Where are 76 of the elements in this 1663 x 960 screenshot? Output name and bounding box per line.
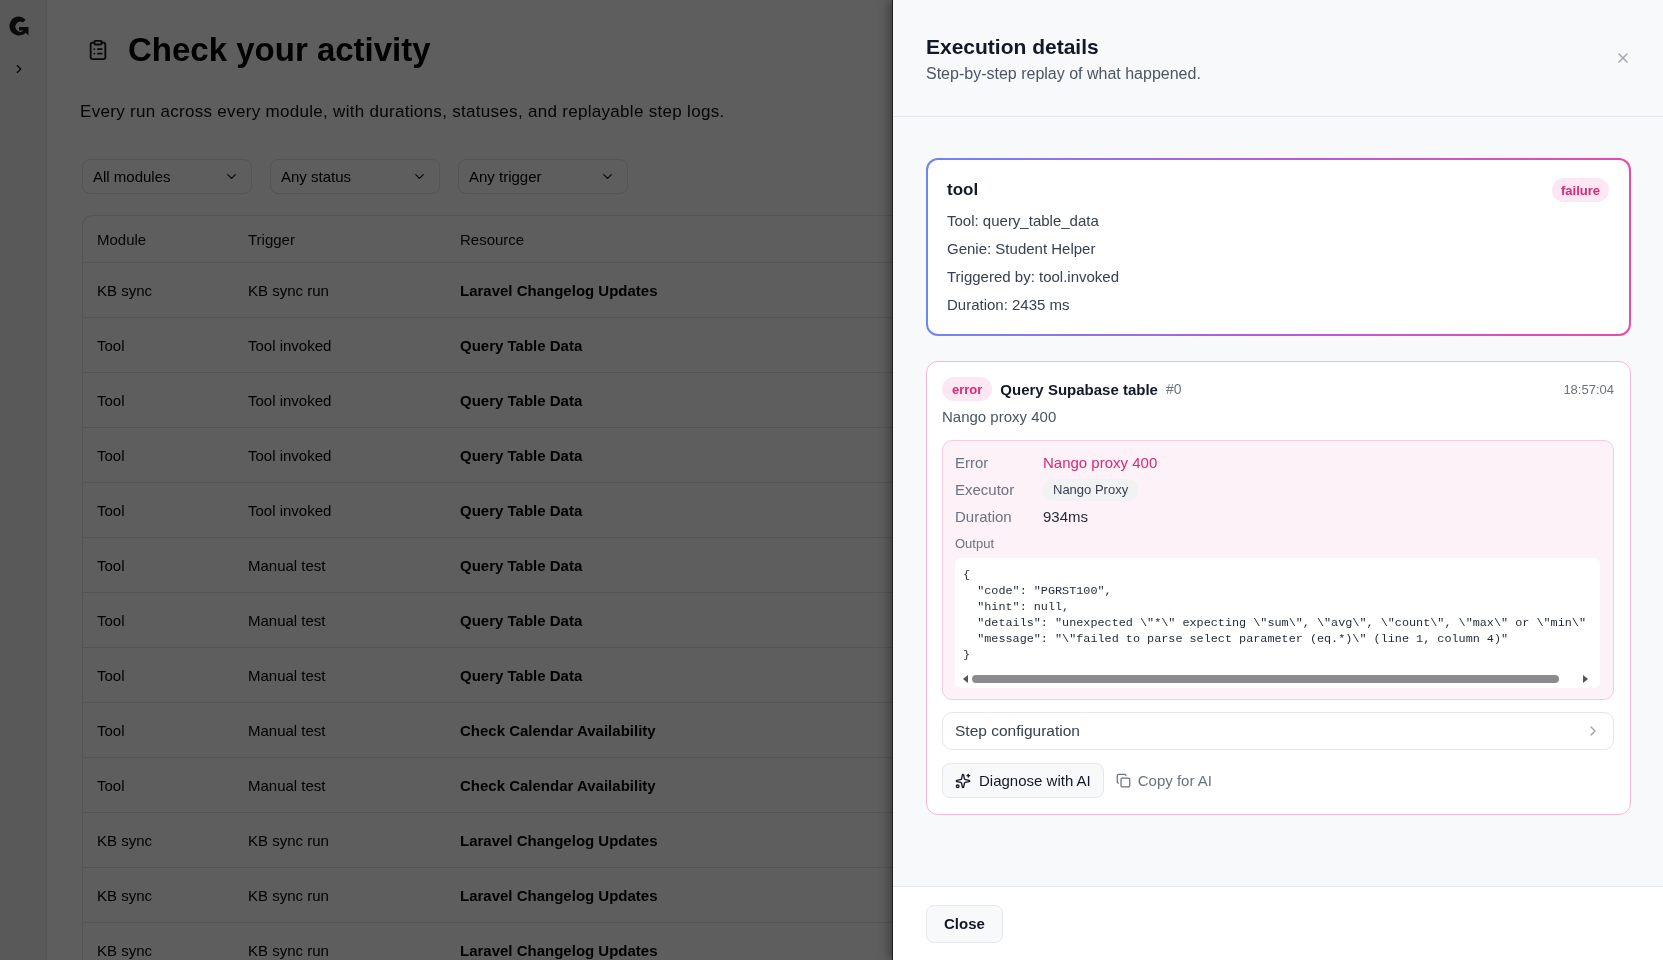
detail-label: Executor [955,481,1015,498]
summary-line: Triggered by: tool.invoked [947,267,1120,287]
executor-chip: Nango Proxy [1043,478,1139,501]
module-name: Tool [97,446,125,464]
resource-name: Laravel Changelog Updates [460,886,658,904]
column-header: Resource [460,230,525,248]
resource-name: Laravel Changelog Updates [460,281,658,299]
trigger-name: KB sync run [248,941,329,959]
clipboard-icon [87,39,109,61]
module-name: Tool [97,776,125,794]
diagnose-button[interactable]: Diagnose with AI [942,763,1104,798]
step-name: Query Supabase table [1000,380,1158,398]
resource-name: Query Table Data [460,556,583,574]
step-message: Nango proxy 400 [942,407,1057,427]
resource-name: Query Table Data [460,666,583,684]
module-name: KB sync [97,941,153,959]
json-output: { "code": "PGRST100", "hint": null, "details": "unexpected \"*\" expecting \"sum\", \"avg\", \"count\", \"max\" or \"min\" "message": "\"failed to parse select parameter (eq.*)\" (line 1, column 4)" } [962,567,1587,663]
trigger-name: KB sync run [248,281,329,299]
module-name: KB sync [97,886,153,904]
resource-name: Check Calendar Availability [460,776,656,794]
trigger-name: Manual test [248,666,326,684]
detail-label: Duration [955,508,1012,525]
step-time: 18:57:04 [1563,381,1614,397]
error-text: Nango proxy 400 [1043,454,1158,471]
trigger-name: Manual test [248,776,326,794]
copy-icon [1115,773,1131,788]
trigger-name: Tool invoked [248,501,332,519]
filter-dropdown[interactable]: Any trigger [458,159,628,194]
step-index: #0 [1165,381,1182,397]
output-label: Output [955,535,995,553]
resource-name: Query Table Data [460,391,583,409]
step-configuration-button[interactable]: Step configuration [942,712,1614,750]
trigger-name: Tool invoked [248,391,332,409]
filter-dropdown[interactable]: All modules [82,159,252,194]
duration-value: 934ms [1043,508,1089,525]
resource-name: Query Table Data [460,501,583,519]
module-name: Tool [97,666,125,684]
close-button[interactable]: Close [926,904,1003,943]
trigger-name: Tool invoked [248,336,332,354]
column-header: Module [97,230,147,248]
module-name: Tool [97,501,125,519]
status-badge: error [942,377,993,401]
module-name: KB sync [97,281,153,299]
module-name: KB sync [97,831,153,849]
summary-line: Duration: 2435 ms [947,295,1070,315]
status-badge: failure [1552,178,1609,202]
copy-button[interactable]: Copy for AI [1115,763,1212,798]
page-title: Check your activity [128,30,431,70]
resource-name: Query Table Data [460,336,583,354]
resource-name: Laravel Changelog Updates [460,941,658,959]
panel-title: Execution details [926,34,1100,60]
module-name: Tool [97,556,125,574]
trigger-name: Manual test [248,611,326,629]
resource-name: Laravel Changelog Updates [460,831,658,849]
module-name: Tool [97,336,125,354]
page-subtitle: Every run across every module, with durations, statuses, and replayable step logs. [80,101,726,123]
summary-line: Genie: Student Helper [947,239,1096,259]
module-name: Tool [97,391,125,409]
trigger-name: Tool invoked [248,446,332,464]
resource-name: Query Table Data [460,611,583,629]
trigger-name: KB sync run [248,886,329,904]
resource-name: Check Calendar Availability [460,721,656,739]
filter-dropdown[interactable]: Any status [270,159,440,194]
trigger-name: Manual test [248,556,326,574]
resource-name: Query Table Data [460,446,583,464]
module-name: Tool [97,721,125,739]
sparkles-icon [955,772,971,789]
card-title: tool [947,180,979,200]
detail-label: Error [955,454,989,471]
logo-icon [8,15,30,37]
summary-line: Tool: query_table_data [947,211,1099,231]
panel-subtitle: Step-by-step replay of what happened. [926,64,1201,84]
trigger-name: KB sync run [248,831,329,849]
trigger-name: Manual test [248,721,326,739]
module-name: Tool [97,611,125,629]
column-header: Trigger [248,230,295,248]
